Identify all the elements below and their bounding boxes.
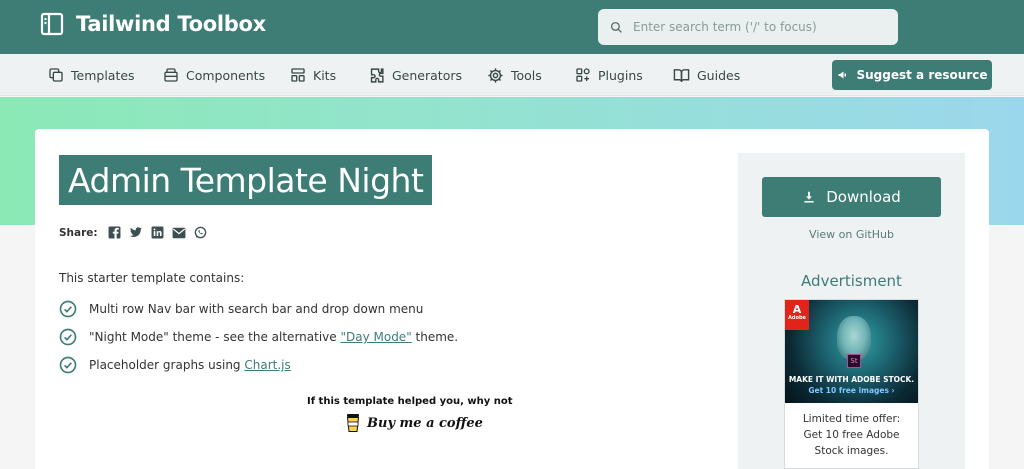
nav-item-tools[interactable]: Tools: [487, 54, 542, 96]
share-icons: [108, 226, 207, 239]
nav-item-label: Guides: [697, 67, 741, 83]
feature-text-suffix: theme.: [411, 330, 459, 344]
templates-icon: [49, 68, 63, 82]
download-icon: [804, 191, 814, 203]
email-icon[interactable]: [172, 227, 186, 239]
book-icon: [673, 68, 690, 82]
twitter-icon[interactable]: [129, 226, 143, 239]
nav-item-generators[interactable]: Generators: [368, 54, 462, 96]
ad-copy: Limited time offer: Get 10 free Adobe St…: [802, 413, 901, 457]
linkedin-icon[interactable]: [151, 226, 164, 239]
page-title: Admin Template Night: [68, 160, 424, 200]
sidebar: Download View on GitHub Advertisment A Ad…: [738, 153, 965, 469]
feature-text: Multi row Nav bar with search bar and dr…: [89, 302, 424, 316]
ad-image: A Adobe St MAKE IT WITH ADOBE STOCK. Get …: [785, 300, 918, 403]
adobe-logo: A Adobe: [785, 300, 809, 330]
download-label: Download: [826, 188, 901, 206]
suggest-resource-button[interactable]: Suggest a resource: [832, 60, 992, 90]
feature-text-prefix: Placeholder graphs using: [89, 358, 245, 372]
nav-item-templates[interactable]: Templates: [48, 54, 135, 96]
nav-item-label: Kits: [313, 67, 337, 83]
check-circle-icon: [59, 356, 77, 374]
nav-item-kits[interactable]: Kits: [290, 54, 336, 96]
components-icon: [164, 68, 178, 82]
ad-title: Advertisment: [801, 272, 902, 290]
nav-item-guides[interactable]: Guides: [673, 54, 740, 96]
whatsapp-icon[interactable]: [194, 226, 207, 239]
download-button[interactable]: Download: [762, 177, 941, 217]
search-input[interactable]: [633, 20, 883, 34]
nav-item-label: Plugins: [598, 67, 643, 83]
nav-item-label: Templates: [71, 67, 135, 83]
generators-icon: [370, 67, 384, 83]
gear-icon: [488, 67, 503, 83]
chartjs-link[interactable]: Chart.js: [244, 358, 290, 372]
check-circle-icon: [59, 328, 77, 346]
intro-text: This starter template contains:: [59, 271, 245, 285]
kits-icon: [291, 68, 305, 82]
suggest-resource-label: Suggest a resource: [856, 68, 988, 82]
list-item: "Night Mode" theme - see the alternative…: [59, 323, 458, 351]
template-card: Admin Template Night Share: This starter…: [35, 129, 989, 469]
list-item: Multi row Nav bar with search bar and dr…: [59, 295, 458, 323]
nav-item-label: Components: [186, 67, 266, 83]
view-on-github-link[interactable]: View on GitHub: [738, 228, 965, 241]
plugins-icon: [576, 68, 590, 82]
feature-list: Multi row Nav bar with search bar and dr…: [59, 295, 458, 379]
search-icon: [610, 21, 622, 33]
top-bar: Tailwind Toolbox: [0, 0, 1024, 54]
feature-text: "Night Mode" theme - see the alternative…: [89, 330, 458, 344]
coffee-prompt: If this template helped you, why not: [307, 396, 513, 407]
feature-text-prefix: "Night Mode" theme - see the alternative: [89, 330, 341, 344]
nav-item-label: Generators: [392, 67, 462, 83]
nav-item-plugins[interactable]: Plugins: [575, 54, 643, 96]
share-bar: Share:: [59, 226, 207, 239]
search-box[interactable]: [598, 9, 898, 45]
ad-headline: MAKE IT WITH ADOBE STOCK.: [788, 375, 915, 384]
nav-item-label: Tools: [511, 67, 542, 83]
coffee-cup-icon: [346, 414, 360, 432]
adobe-stock-icon: St: [847, 354, 861, 368]
toolbox-logo-icon: [40, 12, 64, 36]
buy-me-a-coffee-label: Buy me a coffee: [367, 415, 483, 431]
day-mode-link[interactable]: "Day Mode": [340, 330, 411, 344]
list-item: Placeholder graphs using Chart.js: [59, 351, 458, 379]
advertisement[interactable]: A Adobe St MAKE IT WITH ADOBE STOCK. Get …: [784, 299, 919, 469]
check-circle-icon: [59, 300, 77, 318]
megaphone-icon: [838, 71, 846, 79]
share-label: Share:: [59, 226, 98, 239]
buy-me-a-coffee-button[interactable]: Buy me a coffee: [345, 413, 483, 433]
brand-logo[interactable]: Tailwind Toolbox: [40, 12, 266, 36]
facebook-icon[interactable]: [108, 226, 121, 239]
feature-text: Placeholder graphs using Chart.js: [89, 358, 291, 372]
nav-item-components[interactable]: Components: [163, 54, 265, 96]
brand-name: Tailwind Toolbox: [76, 12, 266, 36]
page-title-box: Admin Template Night: [59, 155, 433, 205]
ad-subline[interactable]: Get 10 free images ›: [785, 386, 918, 395]
main-nav: Templates Components Kits Generators Too…: [0, 54, 1024, 96]
